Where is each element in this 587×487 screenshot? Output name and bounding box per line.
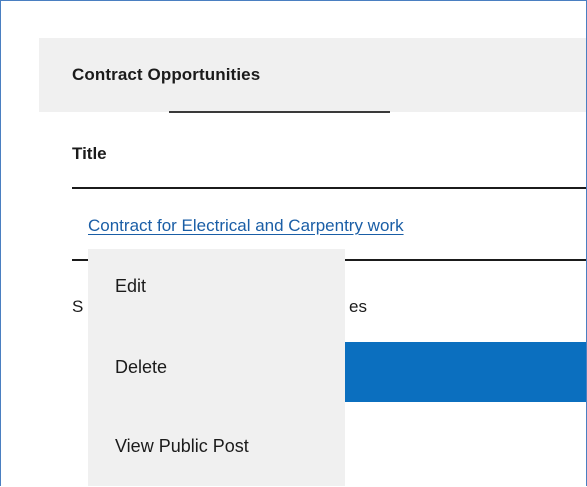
- menu-item-edit[interactable]: Edit: [115, 276, 146, 297]
- panel-title: Contract Opportunities: [72, 65, 261, 84]
- title-underline: [169, 111, 390, 113]
- menu-item-delete[interactable]: Delete: [115, 357, 167, 378]
- row-actions-menu: Edit Delete View Public Post: [88, 249, 345, 486]
- footer-text-start: S: [72, 297, 84, 316]
- table-header-divider: [72, 187, 586, 189]
- footer-text-end: es: [349, 297, 367, 316]
- menu-item-view-public-post[interactable]: View Public Post: [115, 436, 249, 457]
- column-header-title: Title: [72, 144, 107, 163]
- table-row-title-link[interactable]: Contract for Electrical and Carpentry wo…: [88, 216, 404, 236]
- content-frame: Contract Opportunities Title Contract fo…: [0, 0, 587, 486]
